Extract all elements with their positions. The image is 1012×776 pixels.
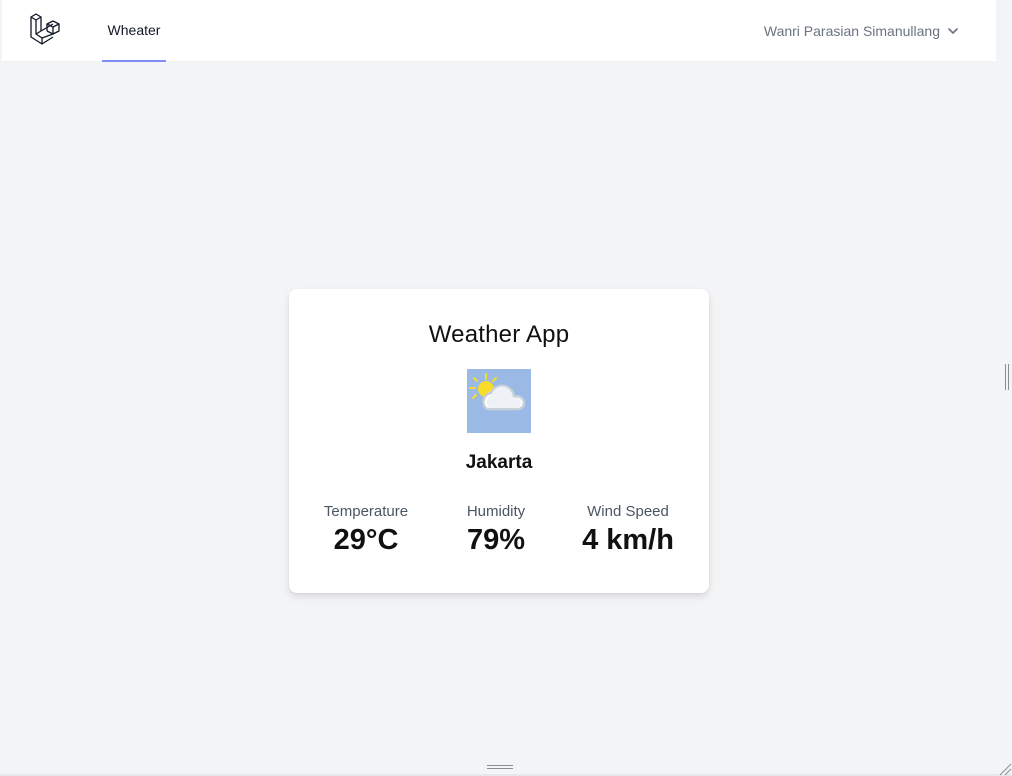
top-navbar: Wheater Wanri Parasian Simanullang (2, 0, 996, 62)
humidity-label: Humidity (466, 503, 526, 520)
temperature-value: 29°C (333, 524, 399, 556)
temperature-label: Temperature (323, 503, 409, 520)
chevron-down-icon (948, 28, 958, 34)
wind-speed-value: 4 km/h (582, 524, 674, 556)
temperature-stat: Temperature 29°C (315, 503, 417, 557)
wind-speed-label: Wind Speed (587, 503, 669, 520)
nav-link-wheater[interactable]: Wheater (102, 0, 166, 62)
nav-link-label: Wheater (107, 22, 161, 38)
bottom-resize-handle[interactable] (487, 765, 513, 769)
wind-speed-stat: Wind Speed 4 km/h (575, 503, 681, 557)
humidity-stat: Humidity 79% (455, 503, 537, 557)
laravel-logo-icon[interactable] (29, 12, 63, 46)
user-name: Wanri Parasian Simanullang (763, 23, 940, 39)
weather-card: Weather App Jakarta Temperature 29°C Hum… (289, 289, 709, 593)
side-resize-handle[interactable] (1005, 364, 1009, 390)
user-menu-dropdown[interactable]: Wanri Parasian Simanullang (764, 0, 960, 62)
city-name: Jakarta (465, 452, 533, 473)
card-title: Weather App (428, 321, 570, 348)
partly-cloudy-icon (467, 369, 531, 433)
resize-grip-icon[interactable] (998, 762, 1012, 776)
humidity-value: 79% (466, 524, 526, 556)
